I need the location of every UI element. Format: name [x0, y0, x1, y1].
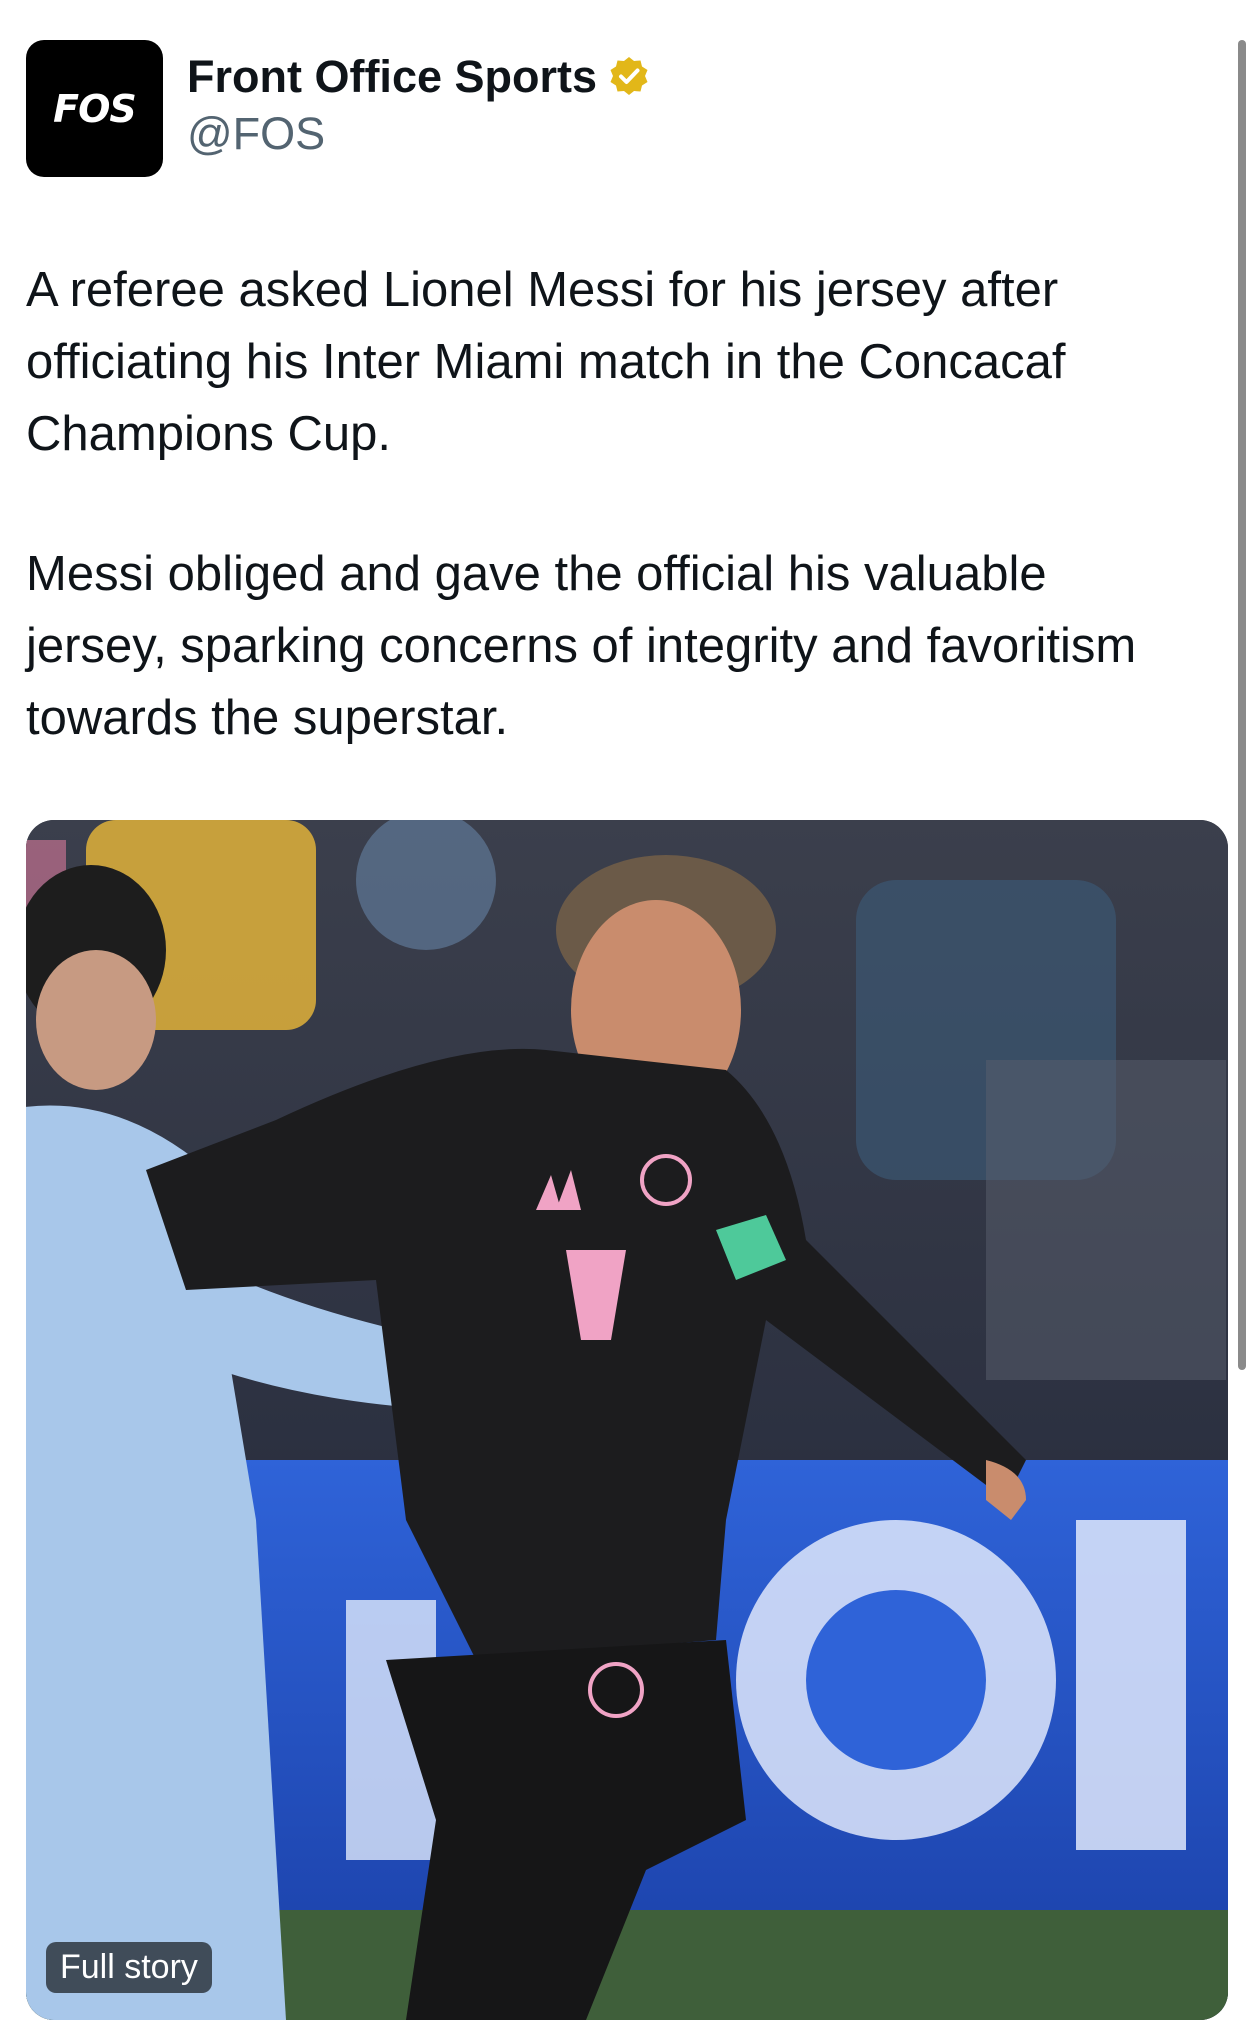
soccer-photo-icon [26, 820, 1228, 2020]
full-story-label[interactable]: Full story [46, 1942, 212, 1993]
scrollbar[interactable] [1238, 40, 1246, 1370]
tweet-header: FOS Front Office Sports @FOS [26, 40, 651, 177]
tweet-media-card[interactable]: Full story [26, 820, 1228, 2020]
verified-badge-icon [607, 55, 651, 99]
handle[interactable]: @FOS [187, 106, 651, 162]
tweet: FOS Front Office Sports @FOS A referee a… [0, 0, 1255, 2020]
tweet-text-paragraph-1: A referee asked Lionel Messi for his jer… [26, 263, 1066, 461]
avatar[interactable]: FOS [26, 40, 163, 177]
account-names: Front Office Sports @FOS [187, 52, 651, 162]
tweet-text-paragraph-2: Messi obliged and gave the official his … [26, 547, 1137, 745]
avatar-logo-text: FOS [53, 86, 137, 131]
name-row: Front Office Sports [187, 52, 651, 102]
display-name[interactable]: Front Office Sports [187, 52, 597, 102]
